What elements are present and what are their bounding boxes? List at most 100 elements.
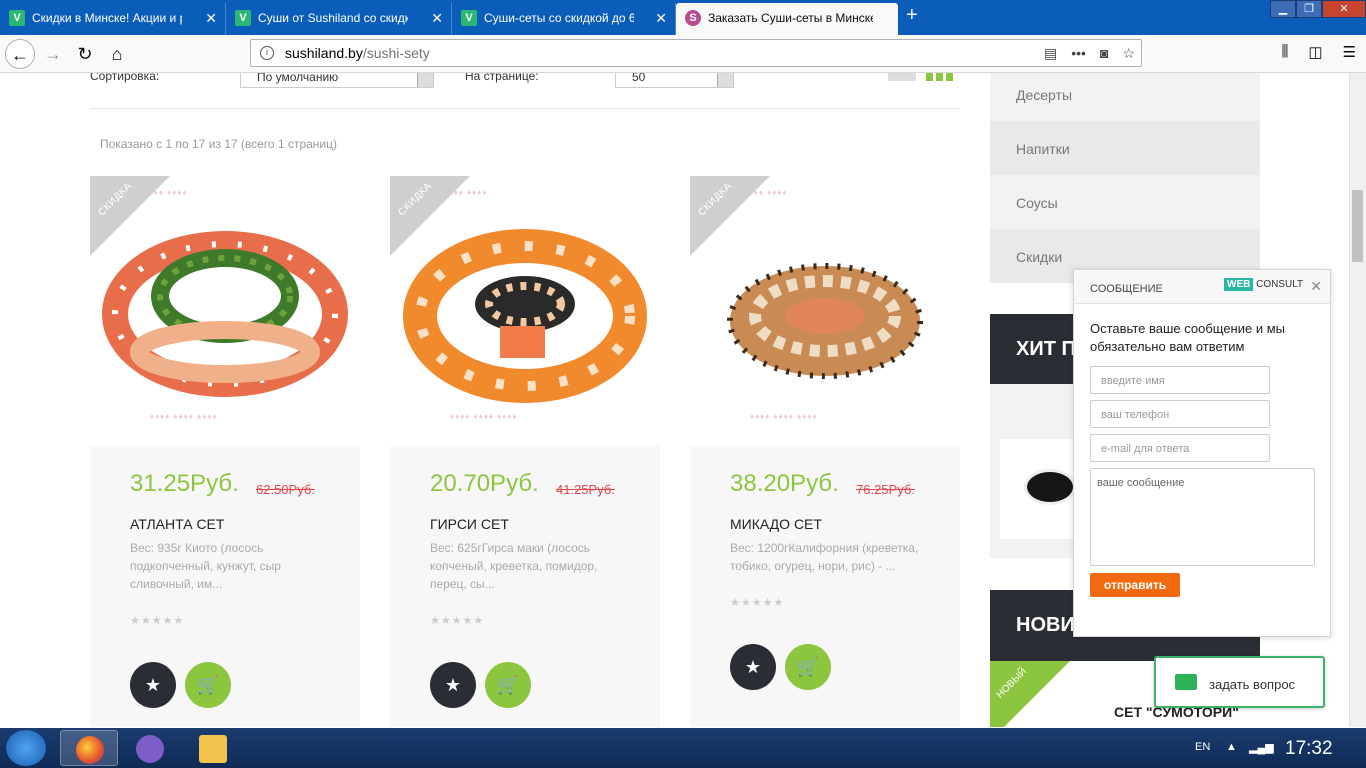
url-path: /sushi-sety	[362, 45, 430, 61]
taskbar-viber[interactable]	[121, 730, 179, 766]
tab-3[interactable]: V Суши-сеты со скидкой до 60% ✕	[452, 3, 676, 35]
tab-close-icon[interactable]: ✕	[655, 3, 667, 33]
product-name[interactable]: МИКАДО СЕТ	[730, 516, 822, 532]
sidebar-item-label: Напитки	[1016, 141, 1070, 157]
window-controls: ▁ ❐ ✕	[1270, 0, 1366, 18]
send-button[interactable]: отправить	[1090, 573, 1180, 597]
consult-widget: СООБЩЕНИЕ WEB CONSULT ✕ Оставьте ваше со…	[1073, 269, 1331, 637]
new-tab-plus-icon[interactable]: +	[906, 4, 918, 27]
tab-close-icon[interactable]: ✕	[205, 3, 217, 33]
phone-input[interactable]: ваш телефон	[1090, 400, 1270, 428]
sidebar-item-desserts[interactable]: Десерты	[990, 73, 1260, 121]
restore-icon[interactable]: ❐	[1296, 0, 1322, 18]
window-close-icon[interactable]: ✕	[1322, 0, 1366, 18]
folder-icon	[199, 735, 227, 763]
webconsult-logo: WEB CONSULT	[1224, 278, 1303, 291]
scrollbar-thumb[interactable]	[1352, 190, 1363, 262]
tab-close-icon[interactable]: ✕	[431, 3, 443, 33]
ask-question-button[interactable]: задать вопрос	[1154, 656, 1325, 708]
tab-4-active[interactable]: S Заказать Суши-сеты в Минске	[676, 3, 898, 35]
product-old-price: 76.25Руб.	[856, 482, 915, 497]
reader-view-icon[interactable]: ▤	[1044, 40, 1057, 66]
taskbar-explorer[interactable]	[184, 730, 242, 766]
consult-header: СООБЩЕНИЕ WEB CONSULT ✕	[1074, 270, 1330, 304]
product-image[interactable]: ♦♦♦♦ ♦♦♦♦ ♦♦♦♦ ♦♦♦♦ ♦♦♦♦ ♦♦♦♦ СКИДКА	[90, 176, 360, 446]
add-to-wishlist-button[interactable]: ★	[730, 644, 776, 690]
back-arrow-icon[interactable]: ←	[5, 39, 35, 69]
add-to-wishlist-button[interactable]: ★	[130, 662, 176, 708]
language-indicator[interactable]: EN	[1195, 741, 1210, 753]
sort-select-value: По умолчанию	[257, 73, 339, 84]
sidebar-item-sauces[interactable]: Соусы	[990, 175, 1260, 229]
browser-tab-bar: V Скидки в Минске! Акции и ра ✕ V Суши о…	[0, 0, 1366, 35]
page-content: Сортировка: По умолчанию На странице: 50…	[0, 73, 1366, 727]
tab-label: Заказать Суши-сеты в Минске	[708, 11, 873, 25]
product-image[interactable]: ♦♦♦♦ ♦♦♦♦ ♦♦♦♦ ♦♦♦♦ ♦♦♦♦ ♦♦♦♦ СКИДКА	[690, 176, 960, 446]
site-info-icon[interactable]: i	[260, 46, 274, 60]
product-image[interactable]: ♦♦♦♦ ♦♦♦♦ ♦♦♦♦ ♦♦♦♦ ♦♦♦♦ ♦♦♦♦ СКИДКА	[390, 176, 660, 446]
tab-label: Суши-сеты со скидкой до 60%	[484, 11, 634, 25]
clock[interactable]: 17:32	[1285, 738, 1333, 760]
email-input[interactable]: e-mail для ответа	[1090, 434, 1270, 462]
product-old-price: 62.50Руб.	[256, 482, 315, 497]
product-price: 38.20Руб.	[730, 470, 839, 497]
product-name[interactable]: АТЛАНТА СЕТ	[130, 516, 224, 532]
site-favicon-icon: V	[235, 10, 251, 26]
message-textarea[interactable]: ваше сообщение	[1090, 468, 1315, 566]
reload-icon[interactable]: ↻	[70, 39, 100, 69]
firefox-icon	[76, 736, 104, 764]
ask-question-label: задать вопрос	[1209, 677, 1296, 692]
forward-arrow-icon[interactable]: →	[38, 39, 68, 69]
product-card: 20.70Руб. 41.25Руб. ГИРСИ СЕТ Вес: 625гГ…	[390, 446, 660, 727]
envelope-icon	[1175, 674, 1197, 690]
divider	[90, 108, 960, 109]
rating-stars-icon: ★★★★★	[430, 615, 485, 627]
page-actions-icon[interactable]: •••	[1071, 40, 1086, 66]
url-bar[interactable]: i sushiland.by/sushi-sety ▤ ••• ◙ ☆	[250, 39, 1142, 67]
sauce-product-image[interactable]	[1000, 439, 1080, 539]
site-favicon-icon: V	[461, 10, 477, 26]
consult-title: СООБЩЕНИЕ	[1090, 283, 1163, 295]
consult-close-icon[interactable]: ✕	[1310, 278, 1322, 295]
tab-label: Суши от Sushiland со скидкой	[258, 11, 408, 25]
bookmark-star-icon[interactable]: ☆	[1122, 40, 1135, 66]
product-card: 31.25Руб. 62.50Руб. АТЛАНТА СЕТ Вес: 935…	[90, 446, 360, 727]
viber-icon	[136, 735, 164, 763]
network-signal-icon[interactable]: ▂▄▆	[1249, 741, 1274, 754]
consult-message-text: Оставьте ваше сообщение и мы обязательно…	[1090, 321, 1285, 354]
pocket-icon[interactable]: ◙	[1100, 40, 1108, 66]
select-arrow-icon	[417, 73, 433, 87]
product-name[interactable]: ГИРСИ СЕТ	[430, 516, 509, 532]
add-to-cart-button[interactable]: 🛒	[485, 662, 531, 708]
sort-select[interactable]: По умолчанию	[240, 73, 434, 88]
tab-2[interactable]: V Суши от Sushiland со скидкой ✕	[226, 3, 452, 35]
add-to-cart-button[interactable]: 🛒	[185, 662, 231, 708]
product-price: 31.25Руб.	[130, 470, 239, 497]
sort-label: Сортировка:	[90, 73, 160, 83]
perpage-select[interactable]: 50	[615, 73, 734, 88]
add-to-cart-button[interactable]: 🛒	[785, 644, 831, 690]
list-view-icon[interactable]	[888, 73, 916, 81]
sidebar-toggle-icon[interactable]: ◫	[1308, 43, 1322, 61]
home-icon[interactable]: ⌂	[102, 39, 132, 69]
product-old-price: 41.25Руб.	[556, 482, 615, 497]
url-host: sushiland.by	[285, 45, 363, 61]
rating-stars-icon: ★★★★★	[730, 597, 785, 609]
library-icon[interactable]: ⫼	[1281, 43, 1288, 61]
sidebar-item-drinks[interactable]: Напитки	[990, 121, 1260, 175]
new-title-text: НОВИ	[1016, 614, 1075, 636]
name-input[interactable]: введите имя	[1090, 366, 1270, 394]
tab-1[interactable]: V Скидки в Минске! Акции и ра ✕	[0, 3, 226, 35]
sidebar-item-label: Десерты	[1016, 87, 1073, 103]
product-description: Вес: 625гГирса маки (лосось копченый, кр…	[430, 541, 598, 591]
grid-view-icon[interactable]	[926, 73, 954, 81]
taskbar-firefox[interactable]	[60, 730, 118, 766]
add-to-wishlist-button[interactable]: ★	[430, 662, 476, 708]
minimize-icon[interactable]: ▁	[1270, 0, 1296, 18]
hamburger-menu-icon[interactable]: ☰	[1343, 43, 1356, 61]
perpage-label: На странице:	[465, 73, 539, 83]
start-button-icon[interactable]	[6, 730, 46, 766]
page-scrollbar[interactable]	[1349, 73, 1366, 727]
sushiland-favicon-icon: S	[685, 10, 701, 26]
tray-arrow-icon[interactable]: ▲	[1226, 741, 1237, 753]
